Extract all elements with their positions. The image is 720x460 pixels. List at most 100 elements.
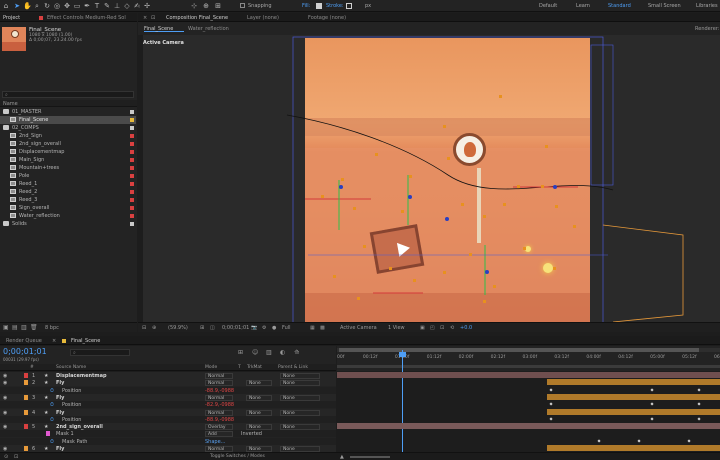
camera-select[interactable]: Active Camera — [340, 325, 377, 331]
project-item[interactable]: 2nd_Sign — [0, 132, 136, 140]
keyframe-handle[interactable] — [413, 279, 416, 282]
composition-viewer[interactable]: Active Camera — [143, 35, 720, 323]
project-item[interactable]: 02_COMPS — [0, 124, 136, 132]
shy-icon[interactable]: ☺ — [252, 349, 258, 356]
project-item[interactable]: Mountain+trees — [0, 164, 136, 172]
fast-preview-icon[interactable]: ▦ — [310, 325, 315, 331]
hand-tool-icon[interactable]: ✋ — [23, 2, 32, 10]
keyframe-handle[interactable] — [357, 297, 360, 300]
label-color-swatch[interactable] — [130, 142, 134, 146]
pen-tool-icon[interactable]: ✒ — [83, 2, 91, 10]
keyframe-handle[interactable] — [333, 275, 336, 278]
keyframe-icon[interactable]: ◆ — [650, 402, 654, 406]
keyframe-icon[interactable]: ◆ — [549, 402, 553, 406]
label-color-swatch[interactable] — [130, 126, 134, 130]
zoom-slider[interactable] — [350, 456, 390, 458]
project-item[interactable]: Displacementmap — [0, 148, 136, 156]
layer-duration-bar[interactable] — [337, 372, 720, 378]
lock-icon[interactable]: ⊡ — [151, 15, 155, 21]
viewer-timecode[interactable]: 0;00;01;01 — [222, 325, 249, 331]
zoom-out-icon[interactable]: ▲ — [340, 454, 344, 460]
keyframe-handle[interactable] — [541, 185, 544, 188]
zoom-tool-icon[interactable]: ⌕ — [33, 2, 41, 10]
always-preview-icon[interactable]: ⊟ — [142, 325, 146, 331]
keyframe-handle[interactable] — [483, 300, 486, 303]
bpc-label[interactable]: 8 bpc — [45, 325, 59, 331]
keyframe-icon[interactable]: ◆ — [637, 438, 641, 443]
project-item[interactable]: 2nd_sign_overall — [0, 140, 136, 148]
label-color-swatch[interactable] — [130, 182, 134, 186]
tab-layer[interactable]: Layer (none) — [247, 15, 279, 21]
tab-composition[interactable]: Composition Final_Scene — [166, 15, 228, 21]
tab-final-scene[interactable]: Final_Scene — [71, 338, 100, 344]
keyframe-icon[interactable]: ◆ — [697, 387, 701, 392]
anchor-point[interactable] — [339, 185, 343, 189]
toggle-switches-modes[interactable]: Toggle Switches / Modes — [210, 454, 265, 459]
keyframe-handle[interactable] — [503, 203, 506, 206]
stroke-swatch[interactable] — [346, 3, 352, 9]
label-color-swatch[interactable] — [130, 134, 134, 138]
clone-tool-icon[interactable]: ⊥ — [113, 2, 121, 10]
keyframe-handle[interactable] — [469, 253, 472, 256]
keyframe-icon[interactable]: ◆ — [650, 416, 654, 421]
label-color-swatch[interactable] — [130, 198, 134, 202]
time-navigator-handle[interactable] — [339, 348, 699, 352]
comp-flowchart-icon[interactable]: ⊞ — [238, 349, 243, 356]
mask-visibility-icon[interactable]: ◫ — [210, 325, 215, 331]
toggle-pixel-icon[interactable]: ▣ — [420, 325, 425, 331]
layer-duration-bar[interactable] — [337, 423, 720, 430]
label-color-swatch[interactable] — [130, 118, 134, 122]
project-item[interactable]: Solids — [0, 220, 136, 228]
type-tool-icon[interactable]: T — [93, 2, 101, 10]
project-item[interactable]: Pole — [0, 172, 136, 180]
keyframe-icon[interactable]: ◆ — [650, 387, 654, 392]
3d-draft-icon[interactable]: ◰ — [430, 325, 435, 331]
brush-tool-icon[interactable]: ✎ — [103, 2, 111, 10]
column-parent[interactable]: Parent & Link — [278, 365, 308, 370]
transparency-grid-icon[interactable]: ▩ — [320, 325, 325, 331]
eraser-tool-icon[interactable]: ◇ — [123, 2, 131, 10]
show-channel-icon[interactable]: ⚙ — [262, 325, 266, 331]
project-item[interactable]: Reed_3 — [0, 196, 136, 204]
label-color-swatch[interactable] — [130, 150, 134, 154]
keyframe-handle[interactable] — [493, 285, 496, 288]
workspace-default[interactable]: Default — [539, 3, 557, 9]
keyframe-handle[interactable] — [389, 267, 392, 270]
subtab-water-reflection[interactable]: Water_reflection — [188, 26, 229, 32]
keyframe-handle[interactable] — [573, 225, 576, 228]
snapshot-icon[interactable]: 📷 — [251, 325, 257, 331]
keyframe-handle[interactable] — [341, 178, 344, 181]
column-mode[interactable]: Mode — [205, 365, 217, 370]
motion-blur-icon[interactable]: ◐ — [280, 349, 285, 356]
reset-exposure-icon[interactable]: ⟲ — [450, 325, 454, 331]
keyframe-icon[interactable]: ◆ — [697, 402, 701, 406]
keyframe-handle[interactable] — [401, 210, 404, 213]
keyframe-handle[interactable] — [523, 247, 526, 250]
work-area-bar[interactable] — [337, 365, 720, 368]
graph-editor-icon[interactable]: ⟰ — [294, 349, 299, 356]
layer-duration-bar[interactable] — [547, 445, 720, 451]
new-folder-icon[interactable]: ▤ — [12, 324, 18, 331]
region-icon[interactable]: ⊕ — [152, 325, 156, 331]
axis-world-icon[interactable]: ⊕ — [202, 2, 210, 10]
tab-project[interactable]: Project — [3, 15, 20, 21]
fill-swatch[interactable] — [316, 3, 322, 9]
label-color-swatch[interactable] — [130, 166, 134, 170]
current-time[interactable]: 0;00;01;01 — [3, 347, 47, 356]
frame-blend-icon[interactable]: ▥ — [266, 349, 272, 356]
label-color-swatch[interactable] — [130, 174, 134, 178]
resolution-select[interactable]: Full — [282, 325, 291, 331]
selection-tool-icon[interactable]: ➤ — [13, 2, 21, 10]
anchor-point[interactable] — [485, 270, 489, 274]
keyframe-handle[interactable] — [409, 175, 412, 178]
label-color-swatch[interactable] — [130, 190, 134, 194]
keyframe-icon[interactable]: ◆ — [687, 438, 691, 443]
snapping-checkbox[interactable] — [240, 3, 245, 8]
keyframe-handle[interactable] — [483, 215, 486, 218]
keyframe-handle[interactable] — [499, 95, 502, 98]
layer-duration-bar[interactable] — [547, 379, 720, 386]
grid-icon[interactable]: ⊞ — [200, 325, 204, 331]
keyframe-handle[interactable] — [443, 125, 446, 128]
keyframe-handle[interactable] — [447, 157, 450, 160]
label-color-swatch[interactable] — [130, 206, 134, 210]
